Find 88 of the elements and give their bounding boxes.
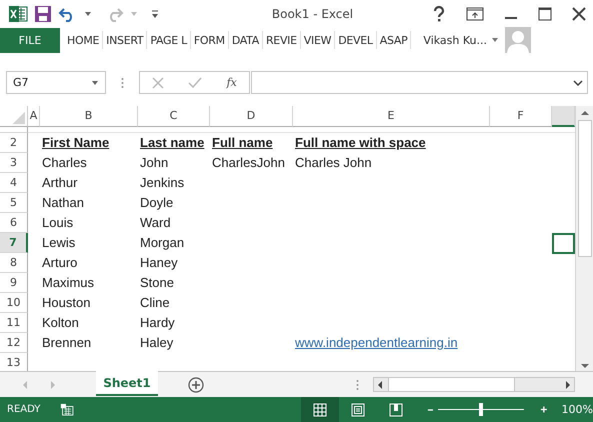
column-header[interactable]: B: [40, 106, 138, 127]
table-cell: Houston: [42, 294, 90, 310]
table-cell: Charles John: [295, 154, 372, 170]
page-break-icon: [389, 402, 404, 416]
table-cell: Morgan: [140, 234, 184, 250]
row-header[interactable]: 5: [0, 192, 28, 213]
ribbon-tab[interactable]: INSERT: [103, 31, 148, 50]
normal-view-button[interactable]: [301, 397, 340, 422]
customize-toolbar-icon[interactable]: [150, 8, 160, 19]
insert-function-button[interactable]: fx: [226, 76, 237, 90]
ribbon-tab[interactable]: FORM: [190, 31, 229, 50]
column-header[interactable]: E: [293, 106, 490, 127]
table-cell: Brennen: [42, 334, 92, 350]
table-cell: CharlesJohn: [212, 154, 285, 170]
column-header[interactable]: C: [138, 106, 210, 127]
zoom-level[interactable]: 100%: [562, 403, 593, 416]
grip-icon[interactable]: [121, 76, 124, 89]
hyperlink[interactable]: www.independentlearning.in: [295, 334, 458, 350]
caret-icon[interactable]: [491, 37, 499, 44]
scroll-left-icon[interactable]: [377, 380, 383, 390]
table-cell: Arturo: [42, 254, 78, 270]
grip-icon[interactable]: [356, 378, 359, 391]
help-icon[interactable]: [432, 6, 446, 22]
row-header[interactable]: 3: [0, 152, 28, 173]
file-tab[interactable]: FILE: [0, 28, 60, 53]
column-header[interactable]: A: [28, 106, 40, 127]
status-text: READY: [7, 404, 40, 415]
row-header[interactable]: 4: [0, 172, 28, 193]
table-cell: Last name: [140, 134, 204, 150]
table-cell: Stone: [140, 274, 174, 290]
zoom-slider-thumb[interactable]: [478, 403, 483, 416]
column-header[interactable]: [552, 106, 575, 127]
table-cell: Full name with space: [295, 134, 426, 150]
table-cell: Full name: [212, 134, 273, 150]
table-cell: Hardy: [140, 314, 175, 330]
table-cell: Charles: [42, 154, 87, 170]
table-cell: Louis: [42, 214, 74, 230]
horizontal-scrollbar[interactable]: [373, 377, 575, 392]
row-header[interactable]: 9: [0, 272, 28, 293]
table-cell: Cline: [140, 294, 170, 310]
page-icon: [351, 402, 366, 416]
checkmark-icon[interactable]: [188, 76, 202, 89]
maximize-icon[interactable]: [538, 6, 552, 21]
table-cell: Kolton: [42, 314, 79, 330]
row-header[interactable]: 10: [0, 292, 28, 313]
zoom-in-icon[interactable]: [540, 405, 548, 414]
row-header[interactable]: 8: [0, 252, 28, 273]
user-name[interactable]: Vikash Ku...: [423, 34, 487, 47]
caret-icon[interactable]: [84, 10, 92, 17]
table-cell: John: [140, 154, 168, 170]
table-cell: First Name: [42, 134, 110, 150]
ribbon-tab[interactable]: VIEW: [300, 31, 336, 50]
ribbon-tab[interactable]: DATA: [228, 31, 263, 50]
row-header[interactable]: 7: [0, 232, 28, 253]
table-cell: Lewis: [42, 234, 76, 250]
ribbon-tab[interactable]: HOME: [64, 31, 104, 50]
ribbon-tab[interactable]: REVIE: [262, 31, 301, 50]
vertical-scrollbar[interactable]: [575, 106, 593, 372]
column-header[interactable]: D: [210, 106, 293, 127]
table-cell: Ward: [140, 214, 171, 230]
ribbon-display-icon[interactable]: [466, 6, 484, 21]
table-cell: Haney: [140, 254, 178, 270]
row-header[interactable]: 12: [0, 332, 28, 353]
ribbon-tab[interactable]: ASAP: [376, 31, 412, 50]
table-cell: Arthur: [42, 174, 78, 190]
expand-icon[interactable]: [573, 80, 583, 86]
sheet-tab[interactable]: Sheet1: [96, 371, 158, 396]
add-sheet-icon[interactable]: [188, 376, 204, 393]
active-cell[interactable]: [552, 232, 575, 254]
window-title: Book1 - Excel: [270, 6, 354, 21]
name-box[interactable]: G7: [6, 71, 106, 94]
scroll-up-icon[interactable]: [580, 110, 590, 116]
ribbon-tab[interactable]: DEVEL: [335, 31, 377, 50]
save-icon[interactable]: [34, 4, 52, 23]
scroll-right-icon[interactable]: [565, 380, 571, 390]
table-cell: Nathan: [42, 194, 84, 210]
formula-input[interactable]: [251, 71, 588, 94]
table-cell: Haley: [140, 334, 174, 350]
grid-icon: [313, 402, 328, 416]
table-cell: Doyle: [140, 194, 174, 210]
ribbon-tab[interactable]: PAGE L: [147, 31, 191, 50]
spreadsheet-logo-icon: [8, 4, 28, 23]
row-header[interactable]: 2: [0, 132, 28, 153]
table-cell: Jenkins: [140, 174, 184, 190]
row-header[interactable]: 11: [0, 312, 28, 333]
close-icon[interactable]: [572, 6, 586, 21]
macro-recording-icon[interactable]: [60, 402, 74, 417]
table-cell: Maximus: [42, 274, 94, 290]
